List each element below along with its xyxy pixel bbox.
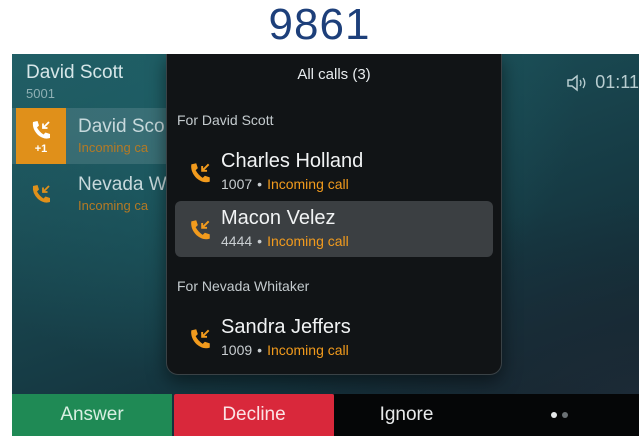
- line-call-name: David Sco: [78, 116, 165, 137]
- call-item[interactable]: Charles Holland 1007 • Incoming call: [175, 144, 493, 200]
- caller-name: Macon Velez: [221, 207, 336, 229]
- line-call-status: Incoming ca: [78, 140, 149, 155]
- caller-name: Sandra Jeffers: [221, 316, 351, 338]
- line-call-status: Incoming ca: [78, 198, 149, 213]
- device-model-label: 9861: [268, 0, 371, 49]
- popup-title: All calls (3): [297, 66, 371, 83]
- call-state: Incoming call: [267, 176, 349, 192]
- speaker-icon: [567, 73, 586, 92]
- call-meta: 1009 • Incoming call: [221, 342, 349, 358]
- answer-button[interactable]: Answer: [12, 394, 172, 436]
- call-state: Incoming call: [267, 342, 349, 358]
- separator-dot: •: [257, 176, 263, 192]
- call-state: Incoming call: [267, 233, 349, 249]
- ignore-button[interactable]: Ignore: [334, 394, 479, 436]
- incoming-call-icon: [191, 163, 210, 183]
- line-extension: 5001: [26, 86, 55, 101]
- call-meta: 4444 • Incoming call: [221, 233, 349, 249]
- caller-number: 1009: [221, 342, 253, 358]
- extra-calls-badge: +1: [34, 142, 48, 155]
- call-item[interactable]: Sandra Jeffers 1009 • Incoming call: [175, 310, 493, 366]
- phone-screen: David Scott 5001 01:11 +1 David Sco Inco…: [12, 54, 639, 436]
- call-item[interactable]: Macon Velez 4444 • Incoming call: [175, 201, 493, 257]
- incoming-call-icon: [32, 185, 50, 203]
- softkey-bar: Answer Decline Ignore: [12, 394, 639, 436]
- section-header: For Nevada Whitaker: [177, 278, 310, 294]
- decline-button[interactable]: Decline: [174, 394, 334, 436]
- caller-number: 4444: [221, 233, 253, 249]
- line-name: David Scott: [26, 62, 124, 83]
- softkey-page-indicator[interactable]: [479, 394, 639, 436]
- clock-time: 01:11: [595, 72, 639, 92]
- line-call-name: Nevada W: [78, 174, 167, 195]
- all-calls-popup: All calls (3) For David Scott Charles Ho…: [166, 54, 502, 375]
- section-header: For David Scott: [177, 112, 274, 128]
- incoming-call-icon: [32, 120, 50, 139]
- separator-dot: •: [257, 342, 263, 358]
- page-dot: [561, 412, 568, 418]
- page-dot-active: [550, 412, 557, 418]
- separator-dot: •: [257, 233, 263, 249]
- caller-number: 1007: [221, 176, 253, 192]
- incoming-call-icon: [191, 329, 210, 349]
- status-area: 01:11: [567, 72, 639, 93]
- call-meta: 1007 • Incoming call: [221, 176, 349, 192]
- incoming-call-icon: [191, 220, 210, 240]
- caller-name: Charles Holland: [221, 150, 364, 172]
